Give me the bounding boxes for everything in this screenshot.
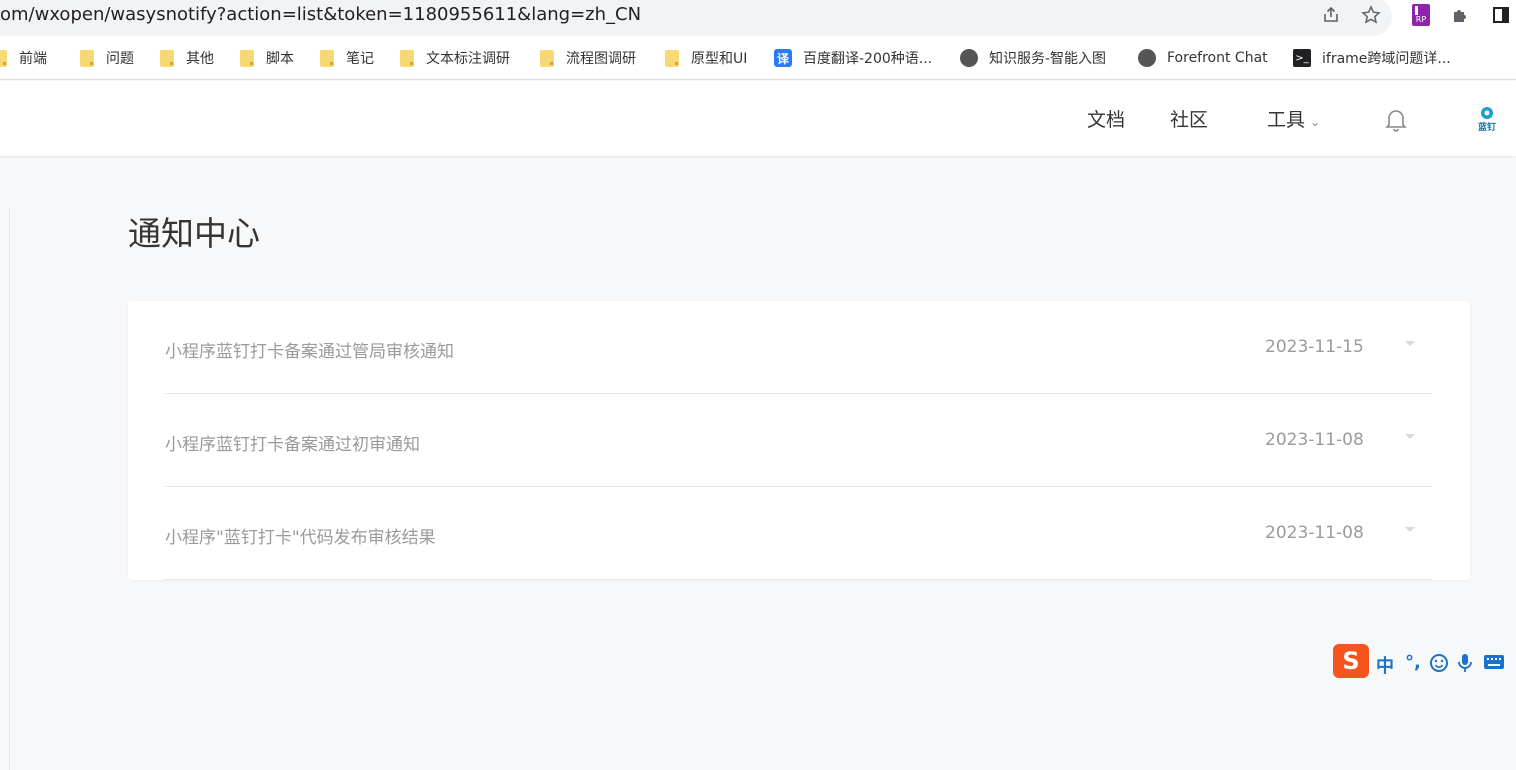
notification-date: 2023-11-08	[1265, 523, 1364, 543]
emoji-icon[interactable]	[1429, 653, 1449, 678]
side-panel-icon[interactable]	[1489, 3, 1513, 27]
page-title: 通知中心	[128, 214, 260, 253]
expand-caret-icon[interactable]	[1405, 527, 1415, 532]
folder-icon	[540, 49, 554, 67]
keyboard-icon[interactable]	[1483, 654, 1505, 675]
folder-icon	[665, 49, 679, 67]
folder-icon	[320, 49, 334, 67]
nav-tools[interactable]: 工具 ⌄	[1267, 105, 1320, 132]
bookmark-label: 笔记	[346, 51, 374, 67]
bookmark-issues[interactable]: 问题	[80, 48, 134, 68]
bookmark-baidu-translate[interactable]: 译百度翻译-200种语...	[774, 48, 932, 68]
notification-title: 小程序蓝钉打卡备案通过管局审核通知	[165, 342, 454, 362]
bookmark-frontend[interactable]: 前端	[0, 48, 47, 68]
ime-toolbar[interactable]: S 中 °,	[1333, 644, 1516, 680]
bookmark-label: 知识服务-智能入图	[989, 51, 1107, 67]
bookmark-flowchart[interactable]: 流程图调研	[540, 48, 636, 68]
bookmark-forefront-chat[interactable]: Forefront Chat	[1138, 48, 1268, 68]
sidebar-divider	[9, 207, 10, 770]
bell-icon[interactable]	[1384, 107, 1408, 133]
axure-rp-extension-icon[interactable]: RP	[1409, 3, 1433, 27]
bookmark-scripts[interactable]: 脚本	[240, 48, 294, 68]
extensions-puzzle-icon[interactable]	[1449, 3, 1473, 27]
folder-icon	[240, 49, 254, 67]
account-avatar[interactable]: 蓝钉	[1475, 105, 1499, 133]
site-header: 文档 社区 工具 ⌄ 蓝钉	[0, 81, 1516, 156]
notification-row[interactable]: 小程序蓝钉打卡备案通过初审通知 2023-11-08	[165, 394, 1432, 487]
globe-icon	[1138, 49, 1156, 67]
notification-title: 小程序蓝钉打卡备案通过初审通知	[165, 435, 420, 455]
fanyi-icon: 译	[774, 49, 792, 67]
bookmarks-bar: 前端 问题 其他 脚本 笔记 文本标注调研 流程图调研 原型和UI 译百度翻译-…	[0, 36, 1516, 80]
ime-mode-toggle[interactable]: 中	[1376, 652, 1394, 678]
svg-text:RP: RP	[1416, 15, 1427, 24]
bookmark-label: 百度翻译-200种语...	[803, 51, 933, 67]
notification-date: 2023-11-08	[1265, 430, 1364, 450]
expand-caret-icon[interactable]	[1405, 434, 1415, 439]
notification-title: 小程序"蓝钉打卡"代码发布审核结果	[165, 528, 436, 548]
microphone-icon[interactable]	[1457, 653, 1473, 678]
folder-icon	[400, 49, 414, 67]
ime-punctuation-toggle[interactable]: °,	[1405, 652, 1421, 673]
bookmark-label: 文本标注调研	[426, 51, 510, 67]
globe-icon	[960, 49, 978, 67]
bookmark-other[interactable]: 其他	[160, 48, 214, 68]
bookmark-star-icon[interactable]	[1359, 3, 1383, 27]
terminal-icon: >_	[1293, 49, 1311, 67]
notification-row[interactable]: 小程序蓝钉打卡备案通过管局审核通知 2023-11-15	[165, 301, 1432, 394]
bookmark-label: iframe跨域问题详...	[1322, 51, 1451, 67]
nav-tools-label: 工具	[1267, 109, 1306, 131]
url-text[interactable]: om/wxopen/wasysnotify?action=list&token=…	[0, 4, 641, 25]
folder-icon	[80, 49, 94, 67]
nav-community[interactable]: 社区	[1170, 105, 1208, 132]
bookmark-label: 其他	[186, 51, 214, 67]
bookmark-prototype-ui[interactable]: 原型和UI	[665, 48, 747, 68]
bookmark-label: 原型和UI	[691, 51, 748, 67]
bookmark-text-annotation[interactable]: 文本标注调研	[400, 48, 510, 68]
nav-docs[interactable]: 文档	[1087, 105, 1125, 132]
notification-list: 小程序蓝钉打卡备案通过管局审核通知 2023-11-15 小程序蓝钉打卡备案通过…	[128, 301, 1470, 580]
notification-date: 2023-11-15	[1265, 337, 1364, 357]
sogou-logo-icon[interactable]: S	[1333, 644, 1369, 678]
chevron-down-icon: ⌄	[1310, 115, 1321, 129]
bookmark-label: 前端	[19, 51, 47, 67]
logo-text: 蓝钉	[1478, 121, 1496, 133]
expand-caret-icon[interactable]	[1405, 341, 1415, 346]
notification-row[interactable]: 小程序"蓝钉打卡"代码发布审核结果 2023-11-08	[165, 487, 1432, 580]
bookmark-label: 脚本	[266, 51, 294, 67]
share-icon[interactable]	[1319, 3, 1343, 27]
bookmark-label: 问题	[106, 51, 134, 67]
bookmark-label: 流程图调研	[566, 51, 636, 67]
folder-icon	[160, 49, 174, 67]
folder-icon	[0, 49, 7, 67]
bookmark-knowledge-service[interactable]: 知识服务-智能入图	[960, 48, 1106, 68]
bookmark-notes[interactable]: 笔记	[320, 48, 374, 68]
browser-toolbar: om/wxopen/wasysnotify?action=list&token=…	[0, 0, 1516, 36]
bookmark-iframe-cors[interactable]: >_ iframe跨域问题详...	[1293, 48, 1451, 68]
bookmark-label: Forefront Chat	[1167, 50, 1268, 66]
